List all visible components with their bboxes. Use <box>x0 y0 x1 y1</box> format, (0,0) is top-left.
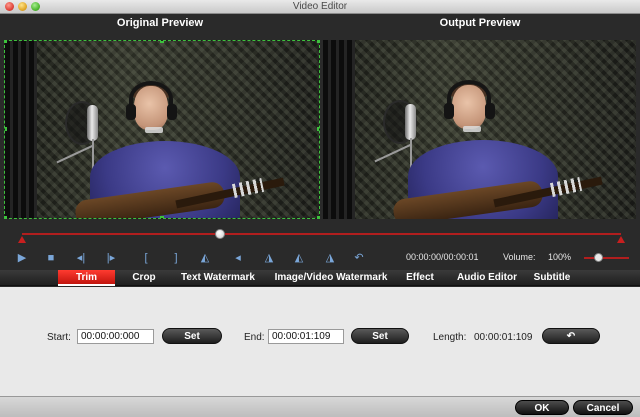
trim-start-marker[interactable] <box>18 236 26 243</box>
undo-icon[interactable]: ↶ <box>352 251 366 265</box>
stop-icon[interactable]: ■ <box>44 251 58 265</box>
original-preview-frame[interactable] <box>4 40 320 219</box>
output-preview-frame <box>323 40 636 219</box>
prev-frame-icon[interactable]: ◂| <box>74 251 88 265</box>
next-frame-icon[interactable]: |▸ <box>104 251 118 265</box>
window-title: Video Editor <box>292 1 348 12</box>
end-label: End: <box>244 332 265 343</box>
mark-out-icon[interactable]: ] <box>169 251 183 265</box>
trim-end-marker[interactable] <box>617 236 625 243</box>
flip-horizontal-icon[interactable]: ◭ <box>198 251 212 265</box>
timeline-slider[interactable] <box>18 228 625 243</box>
crop-handle-bottom-mid[interactable] <box>160 216 164 218</box>
cancel-button[interactable]: Cancel <box>573 400 633 415</box>
mirror-left-icon[interactable]: ◭ <box>292 251 306 265</box>
reset-icon: ↶ <box>566 331 576 342</box>
tab-subtitle[interactable]: Subtitle <box>528 270 576 286</box>
crop-handle-bottom-left[interactable] <box>5 216 7 218</box>
video-frame-image <box>323 40 636 219</box>
tab-audio-editor[interactable]: Audio Editor <box>450 270 524 286</box>
dialog-bottom-bar: OK Cancel <box>0 396 640 417</box>
volume-value: 100% <box>548 252 572 262</box>
length-label: Length: <box>433 332 467 343</box>
rotate-left-icon[interactable]: ◂ <box>231 251 245 265</box>
end-time-input[interactable] <box>268 329 344 344</box>
crop-handle-top-left[interactable] <box>5 41 7 43</box>
time-readout: 00:00:00/00:00:01 <box>406 252 479 262</box>
video-frame-image <box>5 41 319 218</box>
crop-handle-top-mid[interactable] <box>160 41 164 43</box>
editor-tabs: Trim Crop Text Watermark Image/Video Wat… <box>0 270 640 286</box>
play-icon[interactable]: ▶ <box>15 251 29 265</box>
ok-button[interactable]: OK <box>515 400 569 415</box>
original-preview-label: Original Preview <box>0 14 320 34</box>
start-time-input[interactable] <box>77 329 154 344</box>
volume-slider-thumb[interactable] <box>593 253 603 262</box>
start-label: Start: <box>47 332 71 343</box>
timeline-track[interactable] <box>22 233 621 235</box>
player-controls: ▶ ■ ◂| |▸ [] ◭ ◂ ◮ ◭ ◮ ↶ 00:00:00/00:00:01 Volume:… <box>0 248 640 268</box>
length-value: 00:00:01:109 <box>474 332 533 343</box>
timeline-playhead[interactable] <box>214 229 225 239</box>
tab-effect[interactable]: Effect <box>397 270 443 286</box>
crop-handle-bottom-right[interactable] <box>317 216 319 218</box>
flip-vertical-icon[interactable]: ◮ <box>262 251 276 265</box>
volume-slider[interactable] <box>584 253 629 262</box>
output-preview-label: Output Preview <box>320 14 640 34</box>
tab-text-watermark[interactable]: Text Watermark <box>175 270 261 286</box>
video-editor-window: Video Editor Original Preview Output Pre… <box>0 0 640 417</box>
trim-panel: Start: Set End: Set Length: 00:00:01:109… <box>0 287 640 396</box>
volume-label: Volume: <box>503 252 536 262</box>
crop-handle-top-right[interactable] <box>317 41 319 43</box>
tab-trim[interactable]: Trim <box>58 270 115 286</box>
title-bar: Video Editor <box>0 0 640 14</box>
reset-trim-button[interactable]: ↶ <box>542 328 600 344</box>
tab-crop[interactable]: Crop <box>120 270 168 286</box>
set-start-button[interactable]: Set <box>162 328 222 344</box>
set-end-button[interactable]: Set <box>351 328 409 344</box>
mirror-right-icon[interactable]: ◮ <box>323 251 337 265</box>
crop-handle-mid-right[interactable] <box>317 127 319 131</box>
mark-in-icon[interactable]: [ <box>139 251 153 265</box>
crop-handle-mid-left[interactable] <box>5 127 7 131</box>
tab-image-video-watermark[interactable]: Image/Video Watermark <box>266 270 396 286</box>
